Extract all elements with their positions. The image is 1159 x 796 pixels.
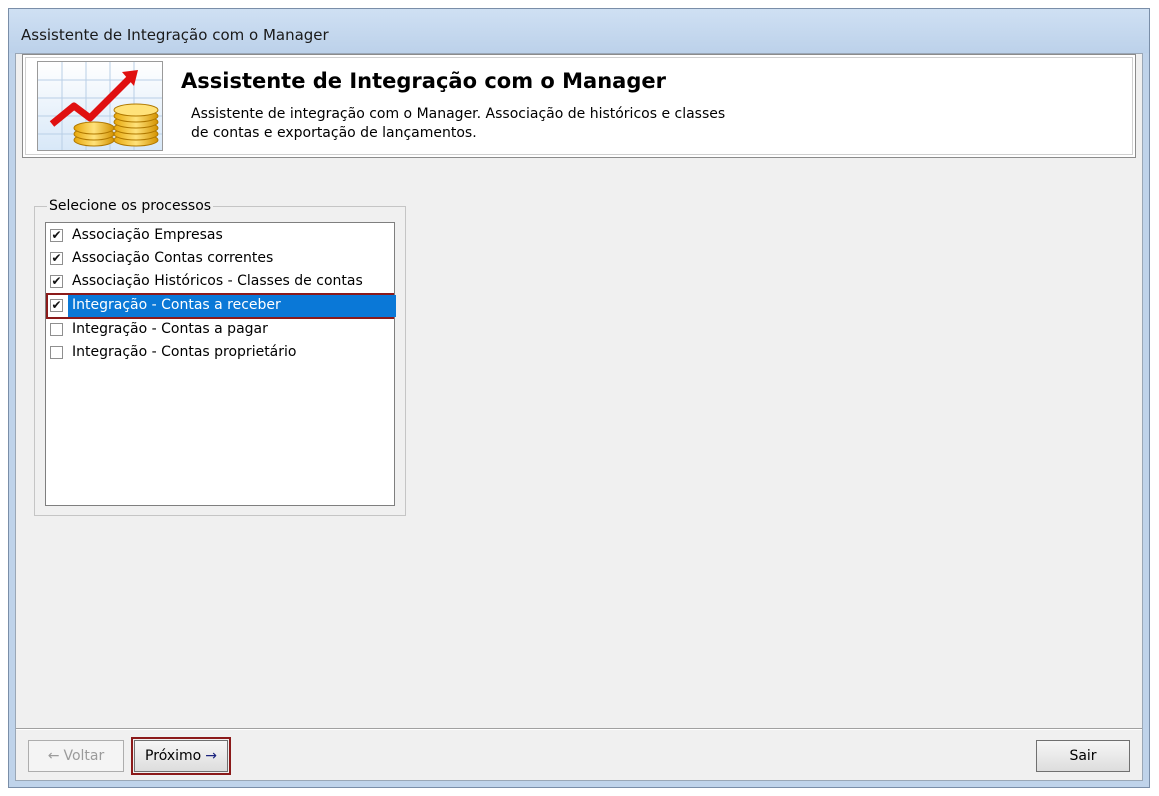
- checkbox-checked-icon[interactable]: ✔: [50, 252, 63, 265]
- process-item-label: Integração - Contas a pagar: [72, 321, 268, 337]
- checkbox-checked-icon[interactable]: ✔: [50, 229, 63, 242]
- back-button[interactable]: ← Voltar: [28, 740, 124, 772]
- next-button[interactable]: Próximo →: [131, 737, 231, 775]
- checkbox-unchecked-icon[interactable]: [50, 323, 63, 336]
- process-item-contas-proprietario[interactable]: Integração - Contas proprietário: [48, 342, 392, 364]
- process-item-associacao-empresas[interactable]: ✔ Associação Empresas: [48, 225, 392, 247]
- checkbox-checked-icon[interactable]: ✔: [50, 299, 63, 312]
- process-item-label: Integração - Contas proprietário: [72, 344, 297, 360]
- header-title: Assistente de Integração com o Manager: [181, 69, 666, 93]
- process-item-label: Associação Empresas: [72, 227, 223, 243]
- arrow-right-icon: →: [205, 748, 217, 764]
- footer-separator: [16, 728, 1142, 730]
- window-title: Assistente de Integração com o Manager: [21, 26, 329, 44]
- process-item-contas-a-receber[interactable]: ✔ Integração - Contas a receber: [46, 293, 396, 319]
- exit-button-label: Sair: [1069, 748, 1097, 764]
- title-bar: Assistente de Integração com o Manager: [9, 9, 1149, 53]
- wizard-header: Assistente de Integração com o Manager A…: [22, 54, 1136, 158]
- process-item-label: Associação Contas correntes: [72, 250, 274, 266]
- back-button-label: Voltar: [63, 748, 105, 764]
- arrow-left-icon: ←: [47, 748, 60, 764]
- process-item-associacao-contas-correntes[interactable]: ✔ Associação Contas correntes: [48, 248, 392, 270]
- process-item-associacao-historicos[interactable]: ✔ Associação Históricos - Classes de con…: [48, 271, 392, 293]
- next-button-label: Próximo: [145, 748, 202, 764]
- processes-checklist[interactable]: ✔ Associação Empresas ✔ Associação Conta…: [45, 222, 396, 506]
- process-item-contas-a-pagar[interactable]: Integração - Contas a pagar: [48, 319, 392, 341]
- chart-coins-icon: [37, 61, 163, 151]
- wizard-window: Assistente de Integração com o Manager A…: [8, 8, 1150, 788]
- wizard-client-area: Assistente de Integração com o Manager A…: [15, 53, 1143, 781]
- exit-button[interactable]: Sair: [1036, 740, 1130, 772]
- checkbox-checked-icon[interactable]: ✔: [50, 275, 63, 288]
- header-description: Assistente de integração com o Manager. …: [191, 105, 791, 143]
- header-description-line-2: de contas e exportação de lançamentos.: [191, 125, 477, 141]
- header-description-line-1: Assistente de integração com o Manager. …: [191, 106, 726, 122]
- processes-group: Selecione os processos ✔ Associação Empr…: [34, 198, 406, 516]
- process-item-label: Integração - Contas a receber: [72, 297, 281, 313]
- processes-group-label: Selecione os processos: [47, 198, 214, 214]
- process-item-label: Associação Históricos - Classes de conta…: [72, 273, 363, 289]
- checkbox-unchecked-icon[interactable]: [50, 346, 63, 359]
